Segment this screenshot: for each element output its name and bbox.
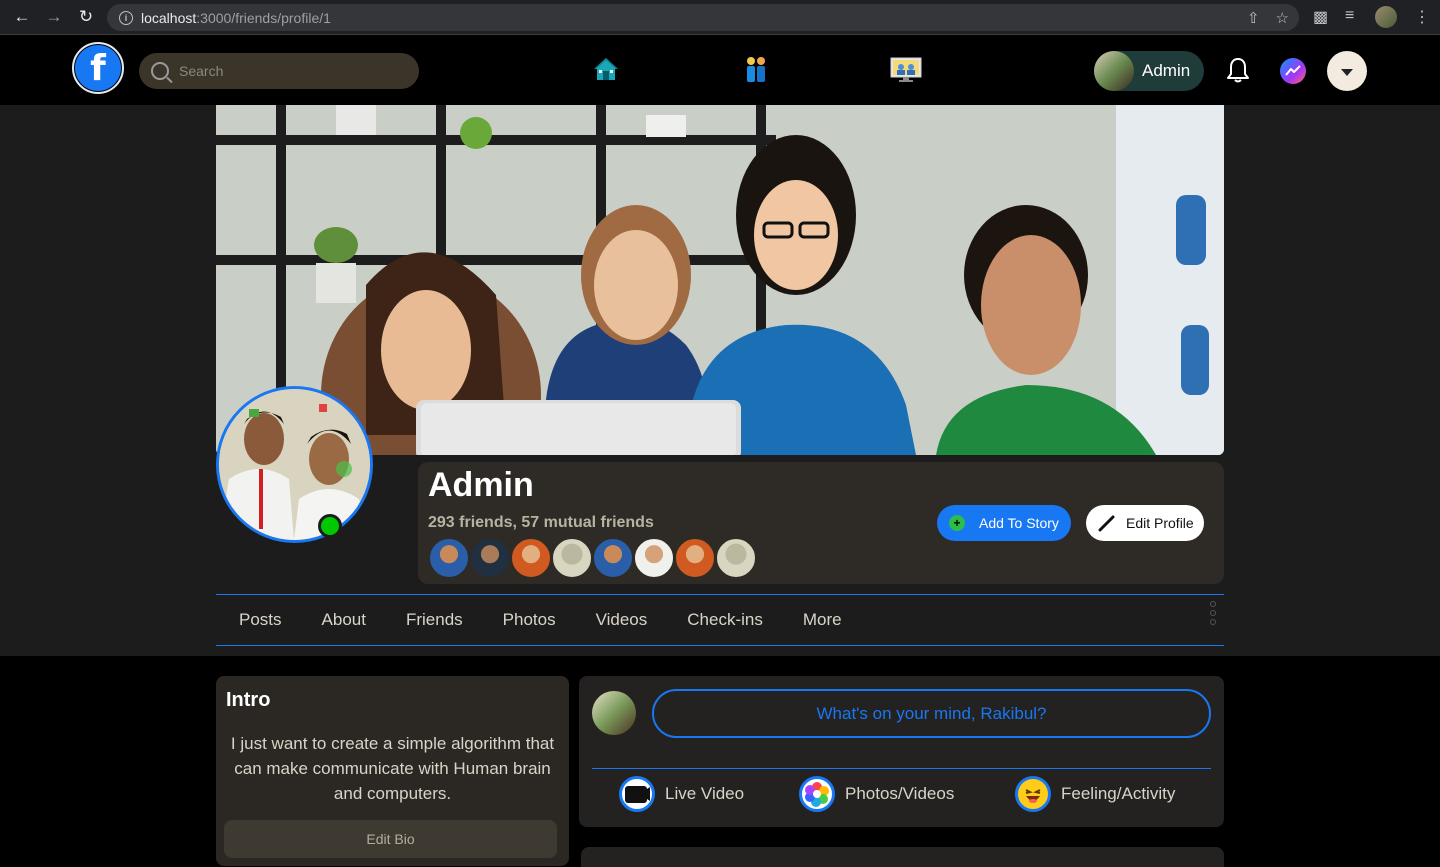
- browser-toolbar: ← → ↻ i localhost:3000/friends/profile/1…: [0, 0, 1440, 35]
- home-icon[interactable]: [593, 56, 619, 82]
- profile-header-section: Admin 293 friends, 57 mutual friends + A…: [0, 105, 1440, 656]
- more-options-icon[interactable]: [1210, 601, 1216, 625]
- tab-videos[interactable]: Videos: [596, 610, 648, 630]
- app-header: f Admin: [0, 36, 1440, 105]
- reload-icon[interactable]: ↻: [76, 7, 96, 27]
- tab-more[interactable]: More: [803, 610, 842, 630]
- whats-on-your-mind-input[interactable]: What's on your mind, Rakibul?: [652, 689, 1211, 738]
- avatar[interactable]: [551, 537, 593, 579]
- live-video-button[interactable]: Live Video: [619, 776, 744, 812]
- friend-avatars-row: [428, 537, 757, 579]
- edit-bio-button[interactable]: Edit Bio: [224, 820, 557, 858]
- tab-photos[interactable]: Photos: [503, 610, 556, 630]
- divider: [592, 768, 1211, 769]
- profile-tabs: Posts About Friends Photos Videos Check-…: [216, 594, 1224, 646]
- bell-icon[interactable]: [1226, 57, 1250, 83]
- tab-friends[interactable]: Friends: [406, 610, 463, 630]
- plus-icon: +: [949, 515, 965, 531]
- avatar[interactable]: [469, 537, 511, 579]
- cover-photo[interactable]: [216, 105, 1224, 455]
- messenger-icon[interactable]: [1280, 58, 1306, 84]
- search-input[interactable]: [179, 63, 399, 79]
- avatar[interactable]: [592, 537, 634, 579]
- user-profile-chip[interactable]: Admin: [1094, 51, 1204, 91]
- photos-icon: [799, 776, 835, 812]
- browser-menu-icon[interactable]: ⋮: [1414, 7, 1430, 27]
- post-composer: What's on your mind, Rakibul? Live Video…: [579, 676, 1224, 827]
- pencil-icon: [1098, 515, 1115, 532]
- bio-text: I just want to create a simple algorithm…: [230, 734, 555, 803]
- url-text: localhost:3000/friends/profile/1: [141, 9, 331, 26]
- search-box[interactable]: [139, 53, 419, 89]
- bookmark-star-icon[interactable]: ☆: [1276, 9, 1289, 27]
- tab-posts[interactable]: Posts: [239, 610, 282, 630]
- watch-icon[interactable]: [890, 56, 922, 84]
- photos-videos-button[interactable]: Photos/Videos: [799, 776, 954, 812]
- intro-title: Intro: [226, 689, 271, 711]
- address-bar[interactable]: i localhost:3000/friends/profile/1 ⇧ ☆: [107, 4, 1299, 31]
- user-name: Admin: [1142, 61, 1191, 80]
- forward-icon[interactable]: →: [44, 7, 64, 27]
- add-to-story-button[interactable]: + Add To Story: [937, 505, 1071, 541]
- avatar[interactable]: [715, 537, 757, 579]
- share-icon[interactable]: ⇧: [1247, 9, 1260, 27]
- browser-profile-avatar[interactable]: [1375, 6, 1397, 28]
- avatar[interactable]: [592, 691, 636, 735]
- friends-count[interactable]: 293 friends, 57 mutual friends: [428, 514, 654, 532]
- profile-info-card: Admin 293 friends, 57 mutual friends + A…: [418, 462, 1224, 584]
- friends-icon[interactable]: [745, 56, 767, 84]
- edit-profile-button[interactable]: Edit Profile: [1086, 505, 1204, 541]
- avatar[interactable]: [428, 537, 470, 579]
- account-menu-dropdown[interactable]: [1327, 51, 1367, 91]
- intro-card: Intro I just want to create a simple alg…: [216, 676, 569, 866]
- avatar[interactable]: [633, 537, 675, 579]
- extensions-icon[interactable]: ▩: [1313, 7, 1328, 27]
- facebook-logo[interactable]: f: [72, 42, 124, 94]
- search-icon: [151, 62, 169, 80]
- tab-about[interactable]: About: [322, 610, 366, 630]
- profile-picture[interactable]: [216, 386, 373, 543]
- feeling-icon: [1015, 776, 1051, 812]
- post-card: [581, 847, 1224, 867]
- online-status-indicator: [318, 514, 342, 538]
- live-video-icon: [619, 776, 655, 812]
- avatar[interactable]: [674, 537, 716, 579]
- feeling-activity-button[interactable]: Feeling/Activity: [1015, 776, 1175, 812]
- tab-check-ins[interactable]: Check-ins: [687, 610, 763, 630]
- profile-name: Admin: [428, 466, 534, 504]
- reading-list-icon[interactable]: ≡: [1345, 7, 1354, 25]
- site-info-icon[interactable]: i: [119, 10, 133, 25]
- back-icon[interactable]: ←: [12, 7, 32, 27]
- avatar[interactable]: [510, 537, 552, 579]
- avatar: [1094, 51, 1134, 91]
